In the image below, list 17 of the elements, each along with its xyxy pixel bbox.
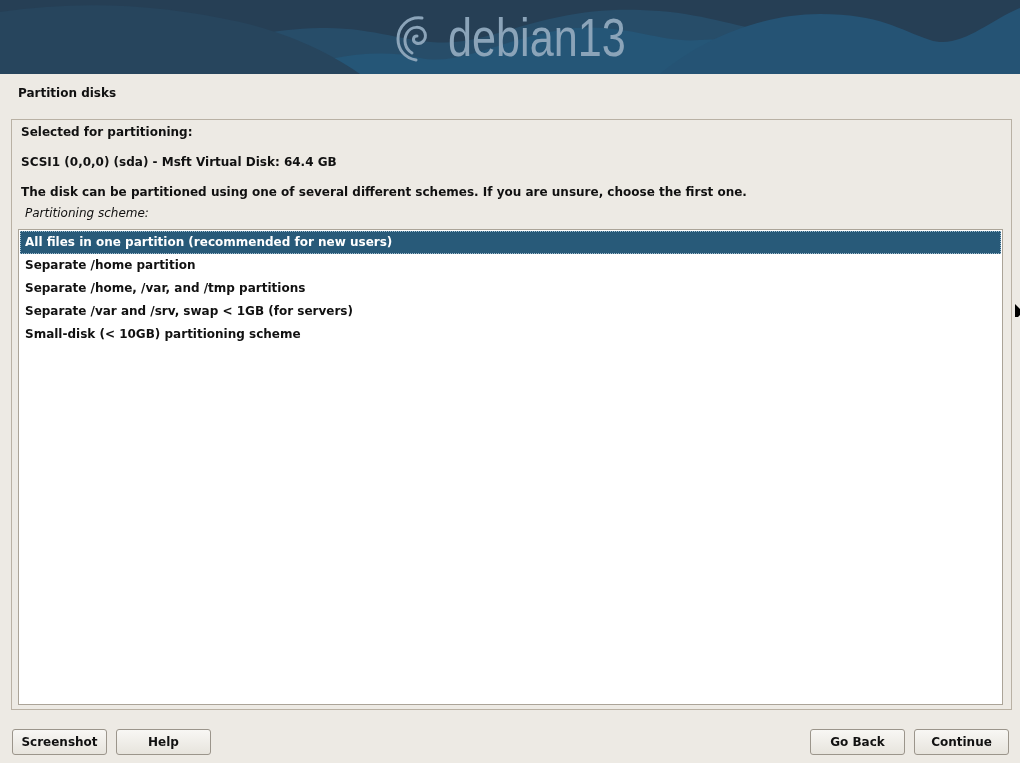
scheme-option[interactable]: Small-disk (< 10GB) partitioning scheme [20,323,1001,346]
page-title: Partition disks [18,86,117,101]
scheme-option[interactable]: Separate /var and /srv, swap < 1GB (for servers) [20,300,1001,323]
list-label: Partitioning scheme: [25,206,149,221]
action-button[interactable]: Screenshot [12,729,107,755]
scheme-option[interactable]: Separate /home, /var, and /tmp partitions [20,277,1001,300]
action-button[interactable]: Go Back [810,729,905,755]
action-button[interactable]: Continue [914,729,1009,755]
mouse-pointer-icon [1015,304,1020,317]
scheme-option[interactable]: Separate /home partition [20,254,1001,277]
scheme-list[interactable] [18,229,1003,705]
logo-text: debian13 [448,6,626,68]
selected-label: Selected for partitioning: [21,125,193,140]
description-text: The disk can be partitioned using one of several different schemes. If you are unsure, choose the first one. [21,185,747,200]
action-button[interactable]: Help [116,729,211,755]
disk-name: SCSI1 (0,0,0) (sda) - Msft Virtual Disk: 64.4 GB [21,155,337,170]
scheme-option[interactable]: All files in one partition (recommended for new users) [20,231,1001,254]
